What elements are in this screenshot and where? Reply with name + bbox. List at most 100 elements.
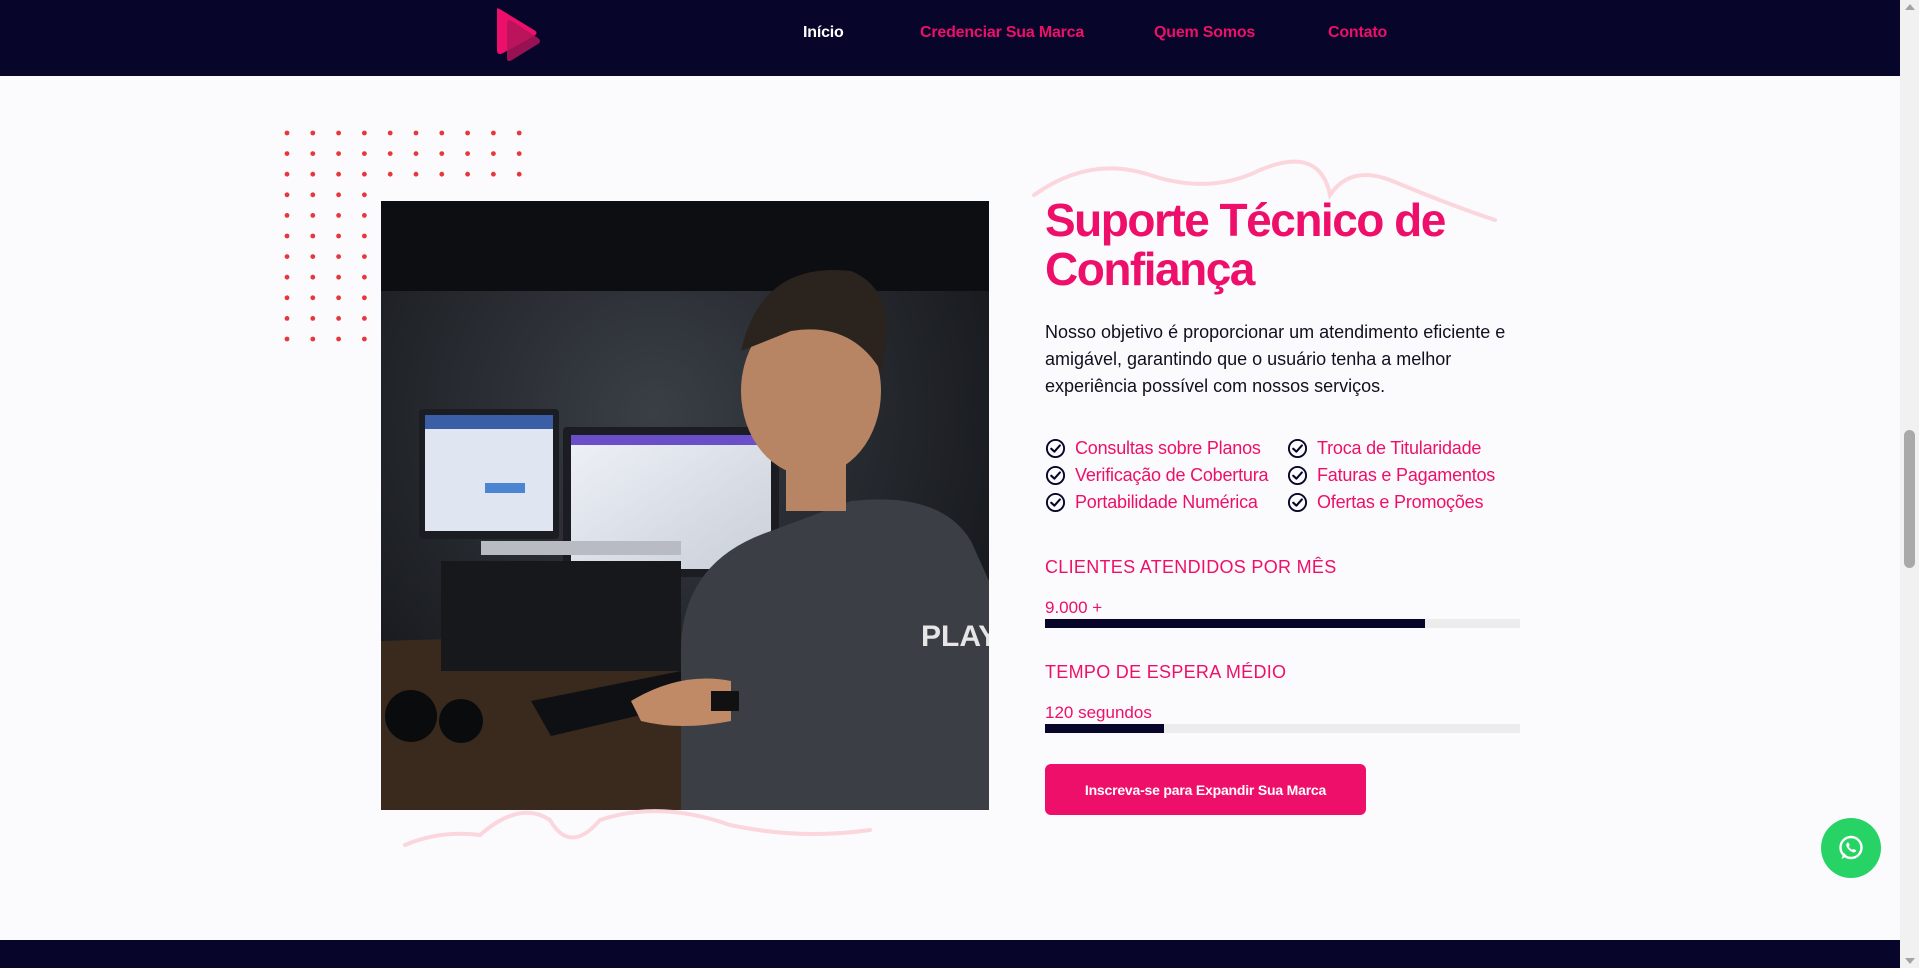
decorative-dot bbox=[310, 316, 316, 321]
progress-fill-espera bbox=[1045, 724, 1164, 733]
feature-item: Faturas e Pagamentos bbox=[1287, 464, 1527, 486]
decorative-dot bbox=[465, 151, 470, 156]
decorative-dot bbox=[310, 295, 316, 301]
decorative-dot bbox=[336, 274, 341, 280]
whatsapp-icon bbox=[1839, 835, 1863, 860]
decorative-dot bbox=[362, 130, 367, 136]
decorative-dot bbox=[362, 213, 367, 218]
decorative-dot bbox=[336, 295, 341, 301]
decorative-dot bbox=[362, 233, 367, 239]
features-list: Consultas sobre Planos Troca de Titulari… bbox=[1045, 437, 1527, 513]
decorative-dot bbox=[516, 130, 522, 136]
decorative-dot bbox=[284, 336, 290, 342]
decorative-dot bbox=[336, 213, 341, 218]
decorative-dot bbox=[465, 130, 470, 136]
signup-cta-button[interactable]: Inscreva-se para Expandir Sua Marca bbox=[1045, 764, 1366, 815]
decorative-dot bbox=[362, 316, 367, 321]
decorative-dot bbox=[310, 130, 316, 136]
decorative-dot bbox=[362, 171, 367, 177]
progress-bar-espera bbox=[1045, 724, 1520, 733]
play-logo-icon[interactable] bbox=[494, 6, 542, 62]
support-technician-photo: PLAY bbox=[381, 201, 989, 810]
decorative-dot bbox=[387, 171, 393, 177]
scroll-up-arrow-icon[interactable] bbox=[1905, 4, 1915, 10]
check-circle-icon bbox=[1045, 438, 1066, 458]
nav-credenciar-sua-marca[interactable]: Credenciar Sua Marca bbox=[920, 24, 1084, 42]
stat-value-espera: 120 segundos bbox=[1045, 703, 1152, 722]
decorative-dot bbox=[310, 171, 316, 177]
decorative-dot bbox=[362, 295, 367, 301]
scroll-down-arrow-icon[interactable] bbox=[1905, 958, 1915, 964]
decorative-dot bbox=[310, 336, 316, 342]
feature-item: Verificação de Cobertura bbox=[1045, 464, 1287, 486]
decorative-dot bbox=[336, 336, 341, 342]
footer-band bbox=[0, 940, 1900, 968]
decorative-dot bbox=[310, 151, 316, 156]
feature-label: Ofertas e Promoções bbox=[1317, 491, 1484, 512]
decorative-dot bbox=[465, 171, 470, 177]
decorative-dot bbox=[284, 254, 290, 259]
section-title: Suporte Técnico de Confiança bbox=[1045, 194, 1446, 295]
feature-item: Consultas sobre Planos bbox=[1045, 437, 1287, 459]
decorative-dot bbox=[310, 213, 316, 218]
decorative-dot bbox=[362, 254, 367, 259]
decorative-dot bbox=[284, 151, 290, 156]
check-circle-icon bbox=[1045, 465, 1066, 485]
whatsapp-button[interactable] bbox=[1821, 818, 1881, 878]
decorative-dot bbox=[336, 316, 341, 321]
decorative-dot bbox=[336, 192, 341, 198]
decorative-dot bbox=[284, 192, 290, 198]
nav-quem-somos[interactable]: Quem Somos bbox=[1154, 24, 1255, 42]
page-scrollbar[interactable] bbox=[1900, 0, 1919, 968]
check-circle-icon bbox=[1287, 465, 1308, 485]
check-circle-icon bbox=[1045, 492, 1066, 512]
decorative-dot bbox=[284, 213, 290, 218]
feature-label: Faturas e Pagamentos bbox=[1317, 464, 1496, 485]
decorative-dot bbox=[491, 151, 496, 156]
decorative-dot bbox=[284, 295, 290, 301]
stat-title-clientes: CLIENTES ATENDIDOS POR MÊS bbox=[1045, 557, 1337, 577]
decorative-dot bbox=[516, 171, 522, 177]
decorative-dot bbox=[362, 192, 367, 198]
shirt-logo-text: PLAY bbox=[921, 620, 989, 653]
decorative-dot bbox=[336, 171, 341, 177]
check-circle-icon bbox=[1287, 438, 1308, 458]
nav-contato[interactable]: Contato bbox=[1328, 24, 1387, 42]
decorative-dot bbox=[310, 233, 316, 239]
decorative-dot bbox=[413, 151, 419, 156]
decorative-dot bbox=[362, 151, 367, 156]
decorative-dot bbox=[284, 130, 290, 136]
decorative-dot bbox=[336, 233, 341, 239]
decorative-dot bbox=[362, 336, 367, 342]
check-circle-icon bbox=[1287, 492, 1308, 512]
progress-fill-clientes bbox=[1045, 619, 1425, 628]
decorative-dot bbox=[284, 171, 290, 177]
top-navigation-bar: Início Credenciar Sua Marca Quem Somos C… bbox=[0, 0, 1900, 76]
stat-title-espera: TEMPO DE ESPERA MÉDIO bbox=[1045, 662, 1287, 682]
decorative-dot bbox=[491, 171, 496, 177]
stat-value-clientes: 9.000 + bbox=[1045, 598, 1103, 617]
decorative-dot bbox=[310, 254, 316, 259]
decorative-dot bbox=[516, 151, 522, 156]
feature-item: Troca de Titularidade bbox=[1287, 437, 1527, 459]
decorative-dot bbox=[284, 316, 290, 321]
decorative-dot bbox=[336, 151, 341, 156]
decorative-dot bbox=[491, 130, 496, 136]
scrollbar-thumb[interactable] bbox=[1904, 430, 1915, 568]
feature-item: Ofertas e Promoções bbox=[1287, 491, 1527, 513]
decorative-dot bbox=[387, 151, 393, 156]
decorative-dot bbox=[310, 192, 316, 198]
decorative-dot bbox=[413, 130, 419, 136]
decorative-dot bbox=[439, 171, 445, 177]
decorative-dot bbox=[336, 254, 341, 259]
decorative-dot bbox=[439, 151, 445, 156]
progress-bar-clientes bbox=[1045, 619, 1520, 628]
decorative-dot bbox=[362, 274, 367, 280]
decorative-dot bbox=[310, 274, 316, 280]
feature-label: Consultas sobre Planos bbox=[1075, 437, 1261, 458]
nav-inicio[interactable]: Início bbox=[803, 24, 844, 42]
section-description: Nosso objetivo é proporcionar um atendim… bbox=[1045, 322, 1506, 396]
feature-label: Troca de Titularidade bbox=[1317, 437, 1482, 458]
feature-label: Portabilidade Numérica bbox=[1075, 491, 1258, 512]
decorative-dot bbox=[439, 130, 445, 136]
